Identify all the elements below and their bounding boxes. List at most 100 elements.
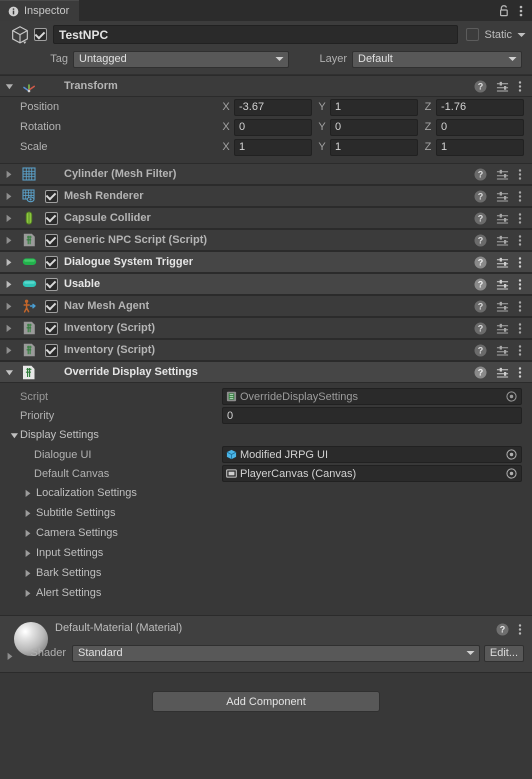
kebab-menu-icon[interactable] — [518, 344, 522, 357]
help-icon[interactable]: ? — [474, 212, 487, 225]
help-icon[interactable]: ? — [474, 190, 487, 203]
component-header-cylinder-mesh-filter[interactable]: Cylinder (Mesh Filter)? — [0, 163, 532, 185]
component-header-usable[interactable]: Usable? — [0, 273, 532, 295]
component-enabled-checkbox[interactable] — [40, 299, 62, 313]
foldout-triangle-closed-icon[interactable] — [0, 258, 18, 267]
component-enabled-checkbox[interactable] — [40, 343, 62, 357]
component-header-mesh-renderer[interactable]: Mesh Renderer? — [0, 185, 532, 207]
kebab-menu-icon[interactable] — [518, 256, 522, 269]
layer-dropdown[interactable]: Default — [352, 50, 522, 68]
foldout-triangle-open-icon[interactable] — [0, 368, 18, 377]
script-object-field[interactable]: OverrideDisplaySettings — [222, 388, 522, 405]
foldout-triangle-closed-icon[interactable] — [0, 280, 18, 289]
foldout-triangle-closed-icon[interactable] — [0, 192, 18, 201]
object-picker-icon[interactable] — [506, 449, 517, 460]
kebab-menu-icon[interactable] — [518, 366, 522, 379]
foldout-triangle-closed-icon[interactable] — [0, 236, 18, 245]
kebab-menu-icon[interactable] — [518, 322, 522, 335]
help-icon[interactable]: ? — [474, 300, 487, 313]
object-picker-icon[interactable] — [506, 391, 517, 402]
component-header-inventory-script[interactable]: Inventory (Script)? — [0, 339, 532, 361]
position-y-input[interactable]: 1 — [330, 98, 418, 116]
help-icon[interactable]: ? — [474, 366, 487, 379]
component-header-override-display-settings[interactable]: Override Display Settings ? — [0, 361, 532, 383]
help-icon[interactable]: ? — [474, 168, 487, 181]
component-header-dialogue-system-trigger[interactable]: Dialogue System Trigger? — [0, 251, 532, 273]
help-icon[interactable]: ? — [474, 278, 487, 291]
scale-z-input[interactable]: 1 — [436, 138, 524, 156]
foldout-bark-settings[interactable]: Bark Settings — [0, 563, 532, 583]
component-header-generic-npc-script-script[interactable]: Generic NPC Script (Script)? — [0, 229, 532, 251]
position-z-input[interactable]: -1.76 — [436, 98, 524, 116]
help-icon[interactable]: ? — [474, 344, 487, 357]
gameobject-name-input[interactable]: TestNPC — [53, 25, 459, 44]
component-enabled-checkbox[interactable] — [40, 277, 62, 291]
foldout-triangle-closed-icon[interactable] — [0, 324, 18, 333]
tab-inspector[interactable]: Inspector — [0, 0, 80, 21]
add-component-button[interactable]: Add Component — [152, 691, 380, 712]
foldout-subtitle-settings[interactable]: Subtitle Settings — [0, 503, 532, 523]
shader-edit-button[interactable]: Edit... — [483, 644, 524, 662]
preset-sliders-icon[interactable] — [496, 256, 509, 269]
component-enabled-checkbox[interactable] — [40, 255, 62, 269]
foldout-triangle-closed-icon[interactable] — [0, 214, 18, 223]
preset-sliders-icon[interactable] — [496, 80, 509, 93]
preset-sliders-icon[interactable] — [496, 212, 509, 225]
position-x-input[interactable]: -3.67 — [234, 98, 312, 116]
kebab-menu-icon[interactable] — [518, 234, 522, 247]
tag-dropdown[interactable]: Untagged — [73, 50, 289, 68]
component-header-nav-mesh-agent[interactable]: Nav Mesh Agent? — [0, 295, 532, 317]
preset-sliders-icon[interactable] — [496, 300, 509, 313]
kebab-menu-icon[interactable] — [518, 278, 522, 291]
help-icon[interactable]: ? — [474, 322, 487, 335]
preset-sliders-icon[interactable] — [496, 168, 509, 181]
kebab-menu-icon[interactable] — [518, 80, 522, 93]
preset-sliders-icon[interactable] — [496, 234, 509, 247]
default-canvas-object-field[interactable]: PlayerCanvas (Canvas) — [222, 465, 522, 482]
static-checkbox[interactable] — [466, 28, 480, 41]
preset-sliders-icon[interactable] — [496, 366, 509, 379]
help-icon[interactable]: ? — [474, 80, 487, 93]
component-header-transform[interactable]: Transform ? — [0, 75, 532, 97]
help-icon[interactable]: ? — [474, 234, 487, 247]
kebab-menu-icon[interactable] — [518, 300, 522, 313]
foldout-alert-settings[interactable]: Alert Settings — [0, 583, 532, 603]
help-icon[interactable]: ? — [496, 623, 509, 636]
chevron-down-icon[interactable] — [517, 32, 526, 38]
component-enabled-checkbox[interactable] — [40, 211, 62, 225]
component-enabled-checkbox[interactable] — [40, 189, 62, 203]
foldout-triangle-open-icon[interactable] — [0, 82, 18, 91]
preset-sliders-icon[interactable] — [496, 190, 509, 203]
foldout-triangle-closed-icon[interactable] — [0, 170, 18, 179]
foldout-triangle-closed-icon[interactable] — [0, 346, 18, 355]
kebab-menu-icon[interactable] — [518, 190, 522, 203]
help-icon[interactable]: ? — [474, 256, 487, 269]
foldout-input-settings[interactable]: Input Settings — [0, 543, 532, 563]
rotation-x-input[interactable]: 0 — [234, 118, 312, 136]
component-header-inventory-script[interactable]: Inventory (Script)? — [0, 317, 532, 339]
priority-input[interactable]: 0 — [222, 407, 522, 424]
component-header-capsule-collider[interactable]: Capsule Collider? — [0, 207, 532, 229]
kebab-menu-icon[interactable] — [518, 623, 522, 636]
rotation-z-input[interactable]: 0 — [436, 118, 524, 136]
preset-sliders-icon[interactable] — [496, 322, 509, 335]
component-enabled-checkbox[interactable] — [40, 233, 62, 247]
foldout-camera-settings[interactable]: Camera Settings — [0, 523, 532, 543]
gameobject-enabled-checkbox[interactable] — [34, 28, 47, 41]
lock-icon[interactable] — [498, 4, 510, 17]
cube-icon[interactable] — [6, 24, 34, 46]
object-picker-icon[interactable] — [506, 468, 517, 479]
preset-sliders-icon[interactable] — [496, 344, 509, 357]
foldout-triangle-closed-icon[interactable] — [0, 302, 18, 311]
scale-x-input[interactable]: 1 — [234, 138, 312, 156]
component-enabled-checkbox[interactable] — [40, 321, 62, 335]
foldout-localization-settings[interactable]: Localization Settings — [0, 483, 532, 503]
rotation-y-input[interactable]: 0 — [330, 118, 418, 136]
foldout-display-settings[interactable]: Display Settings — [0, 425, 532, 445]
kebab-menu-icon[interactable] — [518, 168, 522, 181]
shader-dropdown[interactable]: Standard — [72, 644, 480, 662]
preset-sliders-icon[interactable] — [496, 278, 509, 291]
kebab-menu-icon[interactable] — [519, 4, 523, 18]
scale-y-input[interactable]: 1 — [330, 138, 418, 156]
dialogue-ui-object-field[interactable]: Modified JRPG UI — [222, 446, 522, 463]
